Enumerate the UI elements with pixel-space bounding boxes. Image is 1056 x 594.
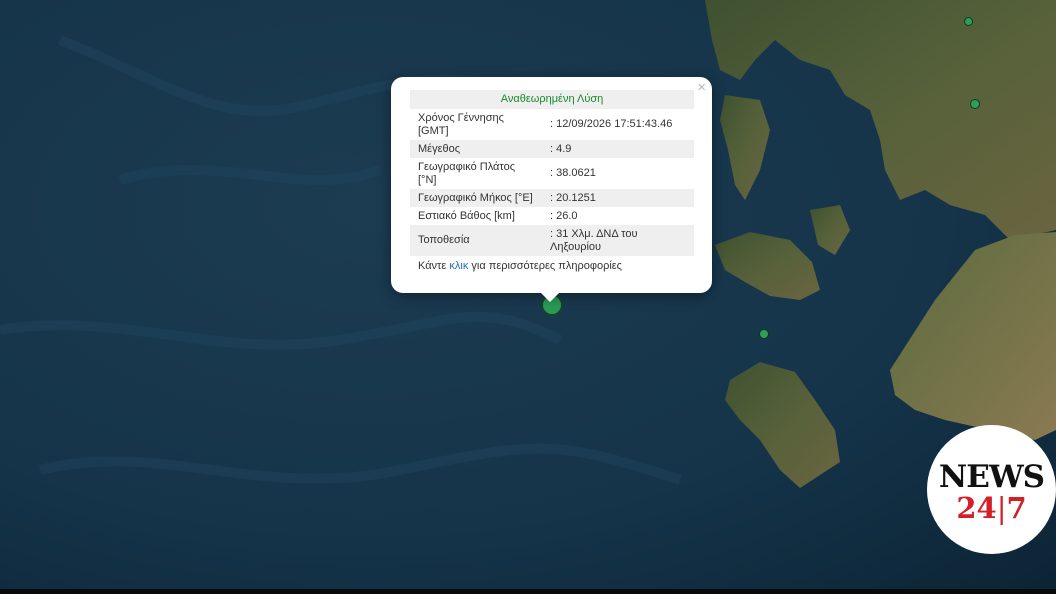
more-info-link[interactable]: κλικ (449, 260, 468, 272)
popup-pointer (540, 292, 560, 302)
earthquake-details-table: Αναθεωρημένη Λύση Χρόνος Γέννησης [GMT] … (410, 90, 694, 256)
earthquake-info-popup: × Αναθεωρημένη Λύση Χρόνος Γέννησης [GMT… (391, 77, 712, 293)
logo-number-right: 7 (1006, 491, 1027, 525)
news247-logo: NEWS 24|7 (927, 425, 1056, 554)
close-icon[interactable]: × (697, 80, 706, 96)
row-key: Τοποθεσία (410, 225, 542, 256)
row-key: Γεωγραφικό Πλάτος [°N] (418, 160, 516, 186)
logo-number: 24|7 (956, 491, 1027, 525)
row-key: Μέγεθος (410, 140, 542, 158)
row-value: : 20.1251 (542, 189, 694, 207)
logo-number-left: 24 (956, 491, 997, 525)
popup-footer: Κάντε κλικ για περισσότερες πληροφορίες (410, 260, 693, 272)
row-value: : 26.0 (550, 209, 578, 222)
earthquake-marker-icon[interactable] (970, 99, 980, 109)
logo-word: NEWS (938, 459, 1045, 495)
popup-title: Αναθεωρημένη Λύση (410, 90, 694, 109)
row-key: Εστιακό Βάθος [km] (418, 209, 515, 222)
footer-suffix: για περισσότερες πληροφορίες (468, 260, 622, 272)
footer-prefix: Κάντε (418, 260, 450, 272)
row-value: : 38.0621 (550, 167, 596, 179)
bottom-bar (0, 589, 1056, 594)
row-value: : 4.9 (542, 140, 694, 158)
earthquake-marker-icon[interactable] (759, 329, 769, 339)
row-value: : 31 Χλμ. ΔΝΔ του Ληξουρίου (542, 225, 694, 256)
row-key: Χρόνος Γέννησης [GMT] (418, 111, 504, 137)
row-key: Γεωγραφικό Μήκος [°E] (410, 189, 542, 207)
row-value: : 12/09/2026 17:51:43.46 (550, 118, 673, 130)
earthquake-marker-icon[interactable] (964, 17, 973, 26)
